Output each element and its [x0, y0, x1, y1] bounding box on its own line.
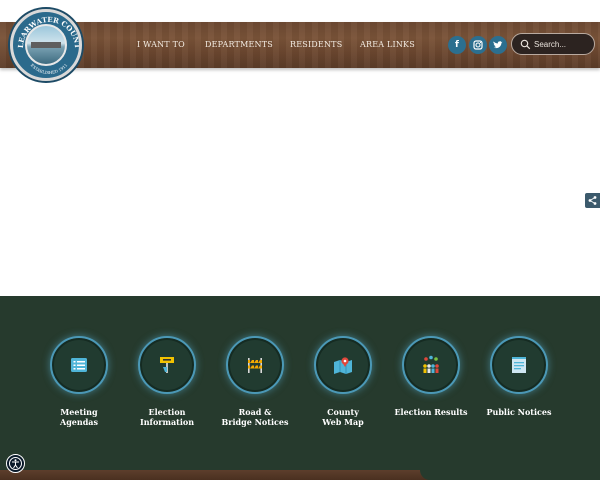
- label-line-1: County: [327, 407, 359, 417]
- label-line-1: Meeting: [60, 407, 98, 417]
- instagram-icon[interactable]: [469, 36, 487, 54]
- quick-link-label: Road & Bridge Notices: [210, 407, 300, 427]
- twitter-icon[interactable]: [489, 36, 507, 54]
- map-pin-icon: [334, 357, 352, 374]
- label-line-2: Bridge Notices: [221, 417, 289, 427]
- quick-link-election-information[interactable]: Election Information: [122, 336, 212, 427]
- quick-link-label: Election Information: [122, 407, 212, 427]
- quick-link-label: Election Results: [386, 407, 476, 417]
- label-line-2: Agendas: [60, 417, 98, 427]
- nav-area-links[interactable]: AREA LINKS: [360, 40, 415, 49]
- agenda-list-icon: [71, 358, 87, 372]
- search-icon: [520, 39, 531, 50]
- logo-bridge: [31, 42, 61, 48]
- people-results-icon: [423, 355, 439, 373]
- label-line-2: Web Map: [322, 417, 364, 427]
- accessibility-icon[interactable]: [6, 454, 25, 473]
- search-input[interactable]: [534, 37, 592, 51]
- quick-link-label: Meeting Agendas: [34, 407, 124, 427]
- search-box[interactable]: [511, 33, 595, 55]
- quick-link-public-notices[interactable]: Public Notices: [474, 336, 564, 417]
- quick-link-circle: [50, 336, 108, 394]
- quick-link-circle: [138, 336, 196, 394]
- share-icon[interactable]: [585, 193, 600, 208]
- nav-residents[interactable]: RESIDENTS: [290, 40, 342, 49]
- quick-link-circle: [490, 336, 548, 394]
- footer-wood-strip: [0, 470, 600, 480]
- quick-link-circle: [402, 336, 460, 394]
- label-line-1: Election Results: [394, 407, 468, 417]
- quick-link-road-bridge-notices[interactable]: Road & Bridge Notices: [210, 336, 300, 427]
- quick-link-label: County Web Map: [298, 407, 388, 427]
- nav-i-want-to[interactable]: I WANT TO: [137, 40, 185, 49]
- quick-link-circle: [314, 336, 372, 394]
- county-logo[interactable]: CLEARWATER COUNTY ESTABLISHED 1911: [10, 9, 82, 81]
- quick-links-section: Meeting Agendas Election Information Roa…: [0, 296, 600, 480]
- quick-link-county-web-map[interactable]: County Web Map: [298, 336, 388, 427]
- label-line-1: Road &: [238, 407, 272, 417]
- facebook-icon[interactable]: f: [448, 36, 466, 54]
- label-line-1: Public Notices: [486, 407, 552, 417]
- road-barrier-icon: [248, 358, 262, 373]
- quick-link-circle: [226, 336, 284, 394]
- quick-link-label: Public Notices: [474, 407, 564, 417]
- vote-sign-icon: [160, 357, 174, 373]
- quick-link-election-results[interactable]: Election Results: [386, 336, 476, 417]
- label-line-1: Election Information: [139, 407, 195, 427]
- notice-paper-icon: [512, 357, 526, 373]
- quick-link-meeting-agendas[interactable]: Meeting Agendas: [34, 336, 124, 427]
- nav-departments[interactable]: DEPARTMENTS: [205, 40, 273, 49]
